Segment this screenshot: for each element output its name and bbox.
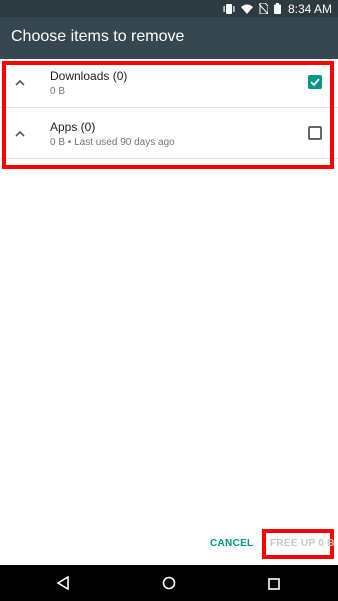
no-sim-icon xyxy=(258,3,268,14)
vibrate-icon xyxy=(223,3,235,14)
status-time: 8:34 AM xyxy=(287,1,332,16)
status-icons: 8:34 AM xyxy=(223,0,332,17)
nav-bar xyxy=(0,565,338,601)
page-title: Choose items to remove xyxy=(11,28,185,45)
free-up-button[interactable]: FREE UP 0 B xyxy=(270,538,335,549)
status-bar: 8:34 AM xyxy=(0,0,338,17)
cancel-button[interactable]: CANCEL xyxy=(210,538,253,549)
app-bar: Choose items to remove xyxy=(0,17,338,59)
back-icon[interactable] xyxy=(56,575,70,596)
wifi-icon xyxy=(240,4,253,14)
home-icon[interactable] xyxy=(162,576,176,595)
battery-icon xyxy=(273,3,281,14)
highlight-items-box xyxy=(2,61,334,169)
recents-icon[interactable] xyxy=(268,577,280,595)
